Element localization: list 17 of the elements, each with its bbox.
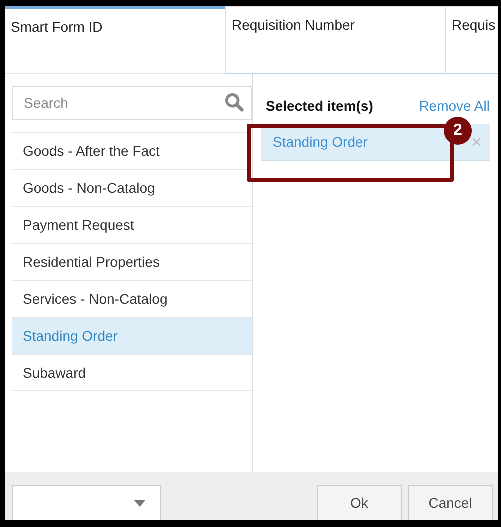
selected-item: Standing Order — [273, 134, 368, 150]
list-item[interactable]: Goods - After the Fact — [12, 132, 252, 169]
dialog-button[interactable]: Ok — [317, 485, 402, 520]
dialog-button[interactable]: Cancel — [408, 485, 493, 520]
tab[interactable]: Requis — [445, 6, 498, 74]
tab[interactable]: Requisition Number — [225, 6, 445, 74]
selected-items-heading: Selected item(s) — [266, 98, 374, 114]
caret-icon — [134, 500, 146, 506]
tab[interactable]: Smart Form ID — [5, 6, 225, 74]
list-item[interactable]: Goods - Non-Catalog — [12, 169, 252, 206]
list-item[interactable]: Residential Properties — [12, 243, 252, 280]
list-item[interactable]: Payment Request — [12, 206, 252, 243]
step-badge: 2 — [444, 117, 472, 145]
search-icon[interactable] — [225, 93, 244, 112]
list-item[interactable]: Subaward — [12, 354, 252, 391]
search-field[interactable]: Search — [12, 86, 252, 120]
remove-all-link[interactable]: Remove All — [419, 98, 490, 114]
